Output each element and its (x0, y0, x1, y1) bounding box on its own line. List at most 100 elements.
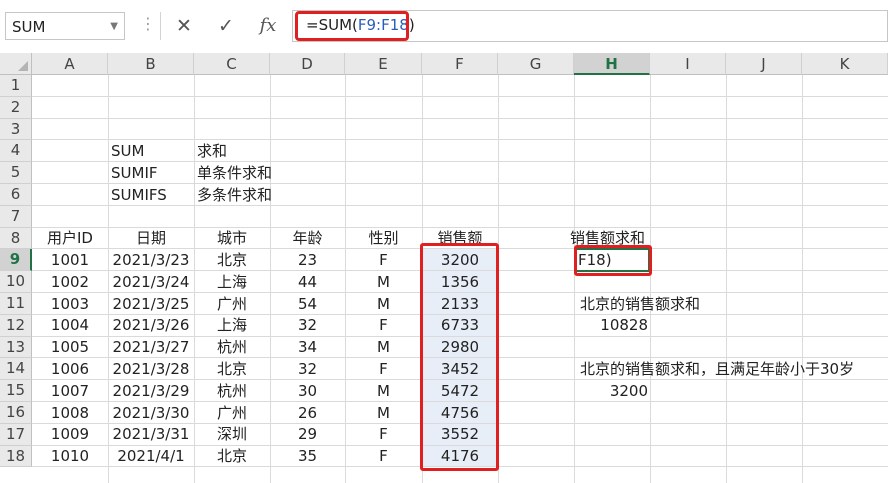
cell-function-desc[interactable]: 求和 (194, 141, 273, 162)
column-header-i[interactable]: I (650, 53, 726, 75)
row-header-10[interactable]: 10 (0, 271, 32, 293)
cell-table-header[interactable]: 年龄 (270, 228, 345, 249)
cell-table-cell[interactable]: 26 (270, 403, 345, 424)
row-header-4[interactable]: 4 (0, 140, 32, 163)
cell-table-cell[interactable]: 广州 (194, 403, 270, 424)
cell-table-cell[interactable]: 1008 (32, 403, 108, 424)
cell-function-name[interactable]: SUMIFS (108, 185, 197, 206)
row-header-3[interactable]: 3 (0, 118, 32, 141)
row-header-11[interactable]: 11 (0, 293, 32, 315)
cell-table-cell[interactable]: 23 (270, 250, 345, 271)
row-header-13[interactable]: 13 (0, 336, 32, 359)
cell-table-cell[interactable]: 35 (270, 446, 345, 467)
cell-table-cell[interactable]: F (345, 424, 422, 445)
cell-table-cell[interactable]: 杭州 (194, 337, 270, 358)
cell-table-cell[interactable]: 北京 (194, 446, 270, 467)
cell-function-desc[interactable]: 多条件求和 (194, 185, 273, 206)
cell-table-cell[interactable]: 上海 (194, 272, 270, 293)
column-header-j[interactable]: J (726, 53, 802, 75)
enter-icon[interactable]: ✓ (206, 12, 246, 40)
column-header-k[interactable]: K (802, 53, 888, 75)
column-header-e[interactable]: E (345, 53, 422, 75)
cell-table-cell[interactable]: 2021/3/31 (108, 424, 194, 445)
cell-table-cell[interactable]: 北京 (194, 250, 270, 271)
row-header-8[interactable]: 8 (0, 227, 32, 250)
row-header-17[interactable]: 17 (0, 423, 32, 446)
cell-table-cell[interactable]: F (345, 359, 422, 380)
cell-table-header[interactable]: 性别 (345, 228, 422, 249)
cell-table-cell[interactable]: 2021/3/29 (108, 381, 194, 402)
cell-table-cell[interactable]: 1003 (32, 294, 108, 315)
cell-table-cell[interactable]: 深圳 (194, 424, 270, 445)
cell-table-cell[interactable]: 34 (270, 337, 345, 358)
cell-function-desc[interactable]: 单条件求和 (194, 163, 273, 184)
insert-function-icon[interactable]: fx (248, 12, 288, 40)
column-header-d[interactable]: D (270, 53, 345, 75)
cell-table-cell[interactable]: 1004 (32, 315, 108, 336)
column-header-h[interactable]: H (574, 53, 650, 75)
row-header-18[interactable]: 18 (0, 445, 32, 468)
cell-table-cell[interactable]: M (345, 403, 422, 424)
cell-beijing-sum-label[interactable]: 北京的销售额求和 (577, 294, 780, 315)
cell-table-cell[interactable]: 1005 (32, 337, 108, 358)
select-all-corner[interactable] (0, 53, 32, 75)
cell-table-header[interactable]: 用户ID (32, 228, 108, 249)
column-header-b[interactable]: B (108, 53, 194, 75)
column-header-g[interactable]: G (498, 53, 574, 75)
cell-table-cell[interactable]: 杭州 (194, 381, 270, 402)
cell-table-cell[interactable]: F (345, 446, 422, 467)
cell-table-cell[interactable]: F (345, 315, 422, 336)
cell-table-cell[interactable]: 2021/3/28 (108, 359, 194, 380)
column-header-f[interactable]: F (422, 53, 498, 75)
cell-table-cell[interactable]: M (345, 272, 422, 293)
cell-table-cell[interactable]: 29 (270, 424, 345, 445)
row-header-14[interactable]: 14 (0, 358, 32, 381)
cell-table-cell[interactable]: 32 (270, 359, 345, 380)
cell-table-cell[interactable]: 上海 (194, 315, 270, 336)
cell-table-header[interactable]: 日期 (108, 228, 194, 249)
row-header-15[interactable]: 15 (0, 380, 32, 402)
cell-table-cell[interactable]: 2021/3/27 (108, 337, 194, 358)
column-header-a[interactable]: A (32, 53, 108, 75)
row-header-16[interactable]: 16 (0, 402, 32, 424)
cell-table-cell[interactable]: F (345, 250, 422, 271)
cell-table-cell[interactable]: 2021/4/1 (108, 446, 194, 467)
cell-table-cell[interactable]: 1002 (32, 272, 108, 293)
cell-function-name[interactable]: SUM (108, 141, 197, 162)
row-header-6[interactable]: 6 (0, 184, 32, 206)
cell-table-header[interactable]: 城市 (194, 228, 270, 249)
cell-beijing-age-sum-value[interactable]: 3200 (574, 381, 648, 402)
cell-beijing-sum-value[interactable]: 10828 (574, 315, 648, 336)
row-header-2[interactable]: 2 (0, 96, 32, 119)
cell-table-cell[interactable]: 1007 (32, 381, 108, 402)
cell-table-cell[interactable]: 广州 (194, 294, 270, 315)
cell-table-cell[interactable]: 1010 (32, 446, 108, 467)
cell-table-cell[interactable]: 44 (270, 272, 345, 293)
name-box[interactable]: SUM ▼ (5, 12, 125, 40)
cell-table-cell[interactable]: 30 (270, 381, 345, 402)
cell-table-cell[interactable]: 2021/3/30 (108, 403, 194, 424)
worksheet-grid[interactable]: A B C D E F G H I J K 1 2 3 4 5 6 7 8 9 10 11 12 13 14 15 16 17 18 SU… (0, 53, 888, 483)
cell-table-cell[interactable]: 32 (270, 315, 345, 336)
cell-table-cell[interactable]: M (345, 294, 422, 315)
cell-table-cell[interactable]: 2021/3/25 (108, 294, 194, 315)
cell-table-cell[interactable]: M (345, 381, 422, 402)
cell-table-cell[interactable]: 1001 (32, 250, 108, 271)
cell-function-name[interactable]: SUMIF (108, 163, 197, 184)
row-header-1[interactable]: 1 (0, 75, 32, 97)
row-header-5[interactable]: 5 (0, 162, 32, 184)
row-header-12[interactable]: 12 (0, 314, 32, 337)
chevron-down-icon[interactable]: ▼ (110, 21, 118, 32)
cell-table-cell[interactable]: 54 (270, 294, 345, 315)
cell-table-cell[interactable]: 1009 (32, 424, 108, 445)
cell-table-cell[interactable]: 2021/3/26 (108, 315, 194, 336)
cell-table-cell[interactable]: 2021/3/23 (108, 250, 194, 271)
cell-beijing-age-sum-label[interactable]: 北京的销售额求和，且满足年龄小于30岁 (577, 359, 888, 380)
row-header-9[interactable]: 9 (0, 249, 32, 272)
cell-table-cell[interactable]: 北京 (194, 359, 270, 380)
cell-table-cell[interactable]: 1006 (32, 359, 108, 380)
cell-table-cell[interactable]: 2021/3/24 (108, 272, 194, 293)
cell-table-cell[interactable]: M (345, 337, 422, 358)
row-header-7[interactable]: 7 (0, 205, 32, 228)
cancel-icon[interactable]: ✕ (164, 12, 204, 40)
